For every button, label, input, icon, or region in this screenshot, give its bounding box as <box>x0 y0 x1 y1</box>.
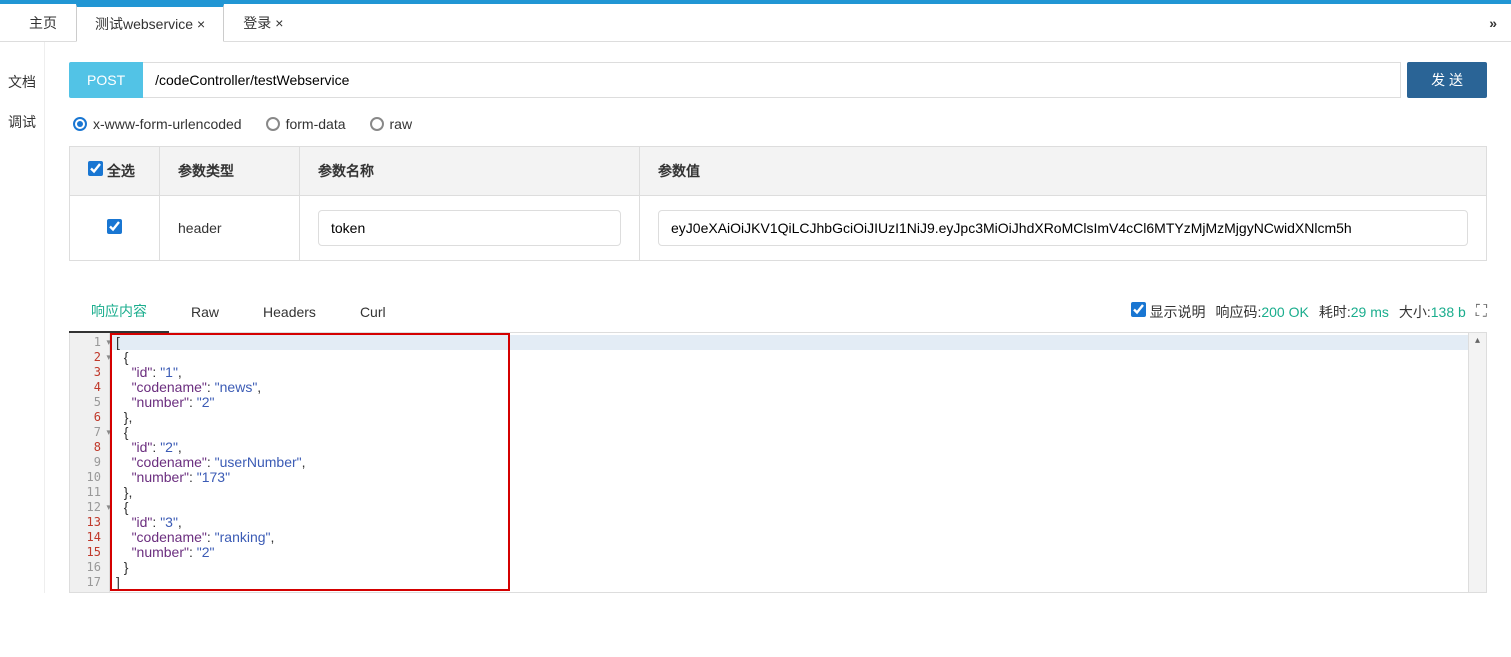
param-type: header <box>160 196 300 261</box>
http-method-badge[interactable]: POST <box>69 62 143 98</box>
sidebar-item-debug[interactable]: 调试 <box>0 102 44 142</box>
tab-home[interactable]: 主页 <box>10 4 76 42</box>
body-type-selector: x-www-form-urlencoded form-data raw <box>69 116 1487 132</box>
url-input[interactable] <box>143 62 1401 98</box>
sidebar-item-label: 调试 <box>8 112 36 132</box>
select-all-checkbox[interactable] <box>88 161 103 176</box>
tab-label: Headers <box>263 304 316 320</box>
response-editor[interactable]: 1▾2▾34567▾89101112▾1314151617 [ { "id": … <box>69 333 1487 593</box>
layout: 文档 调试 POST 发 送 x-www-form-urlencoded for… <box>0 42 1511 593</box>
tab-test-webservice[interactable]: 测试webservice× <box>76 4 224 42</box>
tab-login[interactable]: 登录× <box>224 4 302 42</box>
radio-icon <box>370 117 384 131</box>
send-label: 发 送 <box>1431 72 1463 88</box>
tab-label: 登录 <box>243 4 271 42</box>
tab-headers[interactable]: Headers <box>241 294 338 330</box>
close-icon[interactable]: × <box>197 5 205 43</box>
scroll-up-icon[interactable]: ▴ <box>1475 335 1480 346</box>
sidebar-item-docs[interactable]: 文档 <box>0 62 44 102</box>
code-area[interactable]: [ { "id": "1", "codename": "news", "numb… <box>110 333 1468 592</box>
col-name: 参数名称 <box>300 147 640 196</box>
param-value-input[interactable] <box>658 210 1468 246</box>
method-label: POST <box>87 72 125 88</box>
expand-icon[interactable]: ⛶ <box>1476 303 1487 321</box>
chevron-double-right-icon: » <box>1489 15 1497 31</box>
tab-label: 响应内容 <box>91 303 147 319</box>
response-time: 耗时:29 ms <box>1319 302 1389 322</box>
vertical-scrollbar[interactable]: ▴ <box>1468 333 1486 592</box>
line-gutter: 1▾2▾34567▾89101112▾1314151617 <box>70 333 110 592</box>
show-desc-label: 显示说明 <box>1149 304 1205 320</box>
params-table: 全选 参数类型 参数名称 参数值 header <box>69 146 1487 261</box>
tabs-overflow-button[interactable]: » <box>1489 4 1497 42</box>
tab-curl[interactable]: Curl <box>338 294 408 330</box>
close-icon[interactable]: × <box>275 4 283 42</box>
show-desc-checkbox[interactable] <box>1131 302 1146 317</box>
tab-label: 主页 <box>29 4 57 42</box>
request-bar: POST 发 送 <box>69 62 1487 98</box>
tab-label: Raw <box>191 304 219 320</box>
col-value: 参数值 <box>640 147 1487 196</box>
sidebar-item-label: 文档 <box>8 72 36 92</box>
tab-response-body[interactable]: 响应内容 <box>69 291 169 333</box>
radio-icon <box>73 117 87 131</box>
status-code: 响应码:200 OK <box>1215 302 1308 322</box>
main-panel: POST 发 送 x-www-form-urlencoded form-data… <box>45 42 1511 593</box>
response-meta: 显示说明 响应码:200 OK 耗时:29 ms 大小:138 b ⛶ <box>1131 302 1487 322</box>
col-type: 参数类型 <box>160 147 300 196</box>
send-button[interactable]: 发 送 <box>1407 62 1487 98</box>
radio-icon <box>266 117 280 131</box>
tab-label: Curl <box>360 304 386 320</box>
radio-raw[interactable]: raw <box>370 116 413 132</box>
main-tabs: 主页 测试webservice× 登录× » <box>0 4 1511 42</box>
param-name-input[interactable] <box>318 210 621 246</box>
response-tabs: 响应内容 Raw Headers Curl 显示说明 响应码:200 OK 耗时:… <box>69 291 1487 333</box>
tab-raw[interactable]: Raw <box>169 294 241 330</box>
response-size: 大小:138 b <box>1399 302 1466 322</box>
select-all-label: 全选 <box>107 163 135 179</box>
sidebar: 文档 调试 <box>0 42 45 593</box>
params-header-row: 全选 参数类型 参数名称 参数值 <box>70 147 1487 196</box>
radio-form-data[interactable]: form-data <box>266 116 346 132</box>
table-row: header <box>70 196 1487 261</box>
radio-label: x-www-form-urlencoded <box>93 116 242 132</box>
row-checkbox[interactable] <box>107 219 122 234</box>
radio-label: form-data <box>286 116 346 132</box>
radio-label: raw <box>390 116 413 132</box>
tab-label: 测试webservice <box>95 5 193 43</box>
show-desc-toggle[interactable]: 显示说明 <box>1131 302 1206 322</box>
radio-urlencoded[interactable]: x-www-form-urlencoded <box>73 116 242 132</box>
